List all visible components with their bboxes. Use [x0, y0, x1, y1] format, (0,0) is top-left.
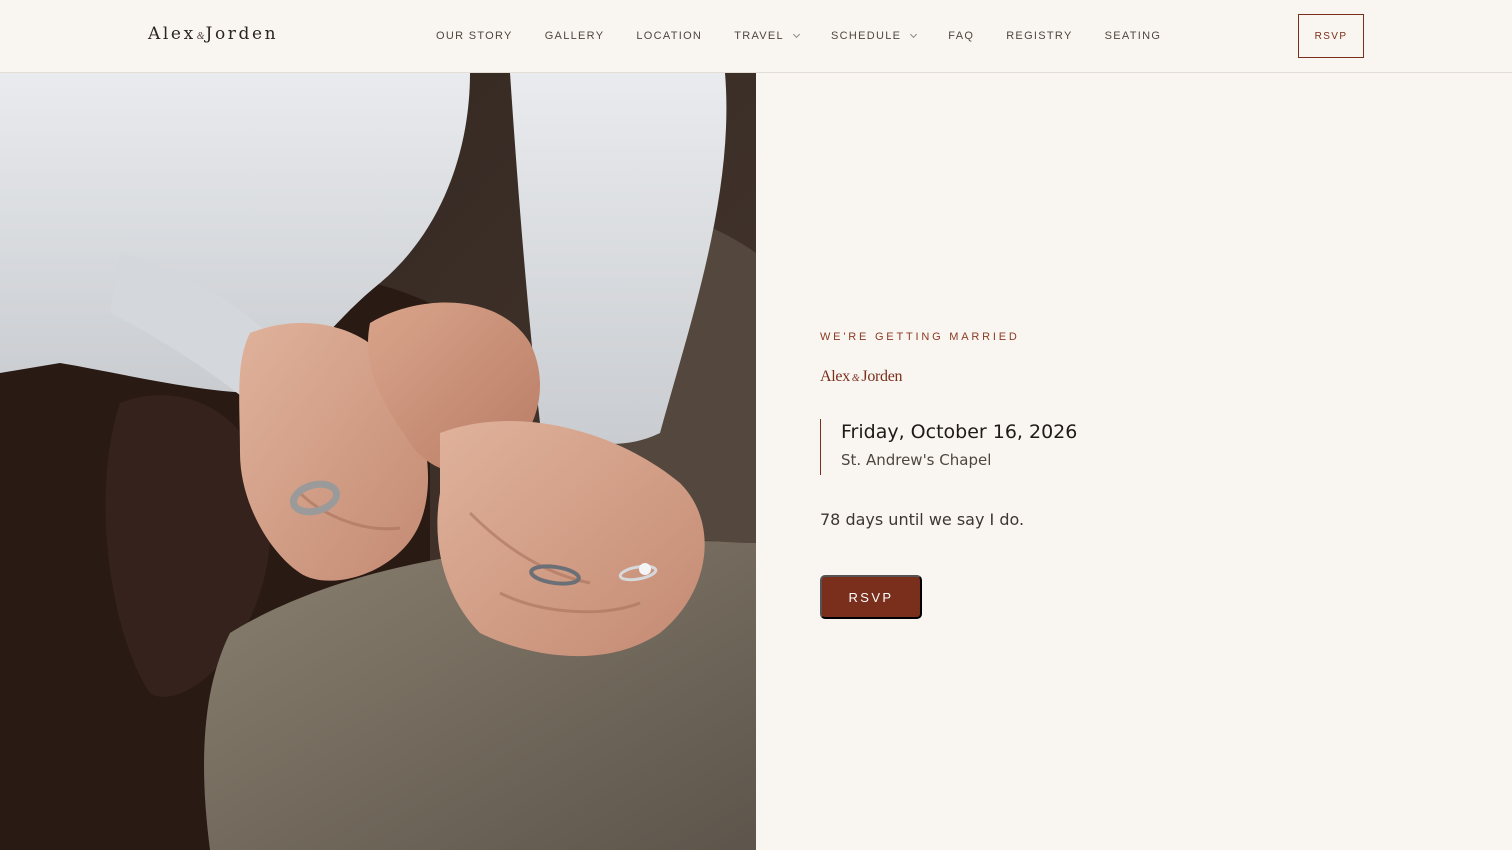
hero-rsvp-button[interactable]: RSVP — [820, 575, 922, 619]
header-rsvp-button[interactable]: RSVP — [1298, 14, 1364, 58]
nav-registry[interactable]: REGISTRY — [1006, 30, 1072, 42]
nav-seating[interactable]: SEATING — [1105, 30, 1162, 42]
hero-eyebrow: WE'RE GETTING MARRIED — [820, 331, 1020, 343]
couple-holding-hands-photo — [0, 73, 756, 850]
nav-travel[interactable]: TRAVEL — [734, 30, 801, 42]
site-logo[interactable]: Alex&Jorden — [148, 24, 278, 44]
chevron-down-icon — [910, 30, 918, 38]
nav-label: SCHEDULE — [830, 30, 902, 42]
logo-ampersand: & — [196, 31, 205, 42]
event-details: Friday, October 16, 2026 St. Andrew's Ch… — [820, 419, 1077, 475]
event-date: Friday, October 16, 2026 — [841, 421, 1078, 443]
nav-label: TRAVEL — [734, 30, 784, 42]
nav-gallery[interactable]: GALLERY — [545, 30, 605, 42]
nav-schedule[interactable]: SCHEDULE — [830, 30, 918, 42]
hero-ampersand: & — [851, 373, 860, 384]
hero-couple-names: Alex & Jorden — [820, 368, 903, 386]
nav-our-story[interactable]: OUR STORY — [436, 30, 513, 42]
hero-photo — [0, 73, 756, 850]
nav-location[interactable]: LOCATION — [636, 30, 702, 42]
nav-label: LOCATION — [636, 30, 703, 42]
event-venue: St. Andrew's Chapel — [841, 451, 992, 469]
nav-label: SEATING — [1104, 30, 1162, 42]
logo-first-name: Alex — [148, 24, 196, 44]
nav-label: OUR STORY — [436, 30, 513, 42]
nav-faq[interactable]: FAQ — [948, 30, 974, 42]
hero-first-name: Alex — [820, 368, 850, 385]
logo-second-name: Jorden — [205, 24, 279, 44]
main-nav: OUR STORY GALLERY LOCATION TRAVEL SCHEDU… — [436, 30, 1161, 42]
site-header: Alex&Jorden OUR STORY GALLERY LOCATION T… — [0, 0, 1512, 73]
nav-label: FAQ — [948, 30, 975, 42]
nav-label: REGISTRY — [1006, 30, 1073, 42]
hero-second-name: Jorden — [861, 368, 903, 385]
countdown-text: 78 days until we say I do. — [820, 510, 1025, 529]
nav-label: GALLERY — [544, 30, 605, 42]
chevron-down-icon — [792, 30, 801, 38]
